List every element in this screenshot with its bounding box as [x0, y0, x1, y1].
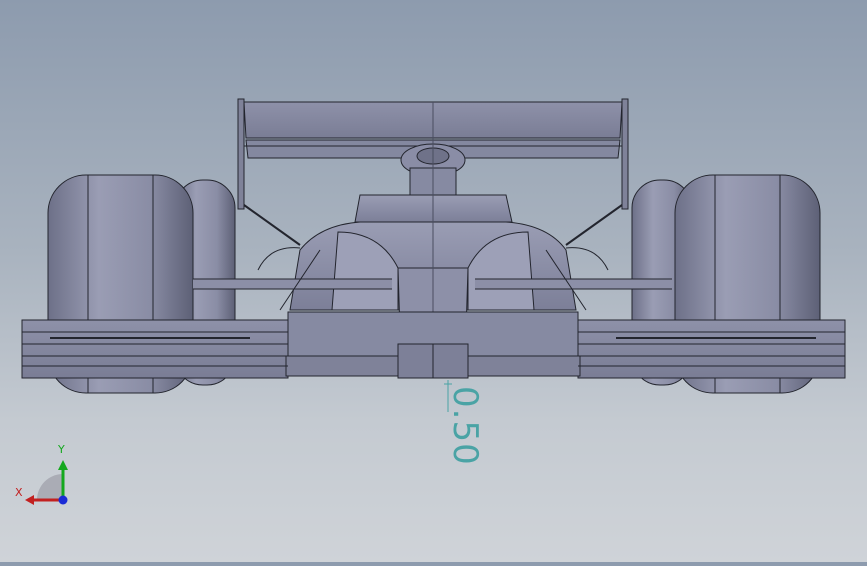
y-axis-label: Y: [58, 443, 65, 456]
f1-car-model[interactable]: [0, 0, 867, 562]
dimension-value[interactable]: 0.50: [445, 386, 485, 466]
front-wing: [21, 311, 846, 379]
x-axis-label: X: [15, 486, 23, 499]
graphics-viewport[interactable]: 0.50 Y X: [0, 0, 867, 562]
coordinate-triad: [25, 460, 68, 505]
